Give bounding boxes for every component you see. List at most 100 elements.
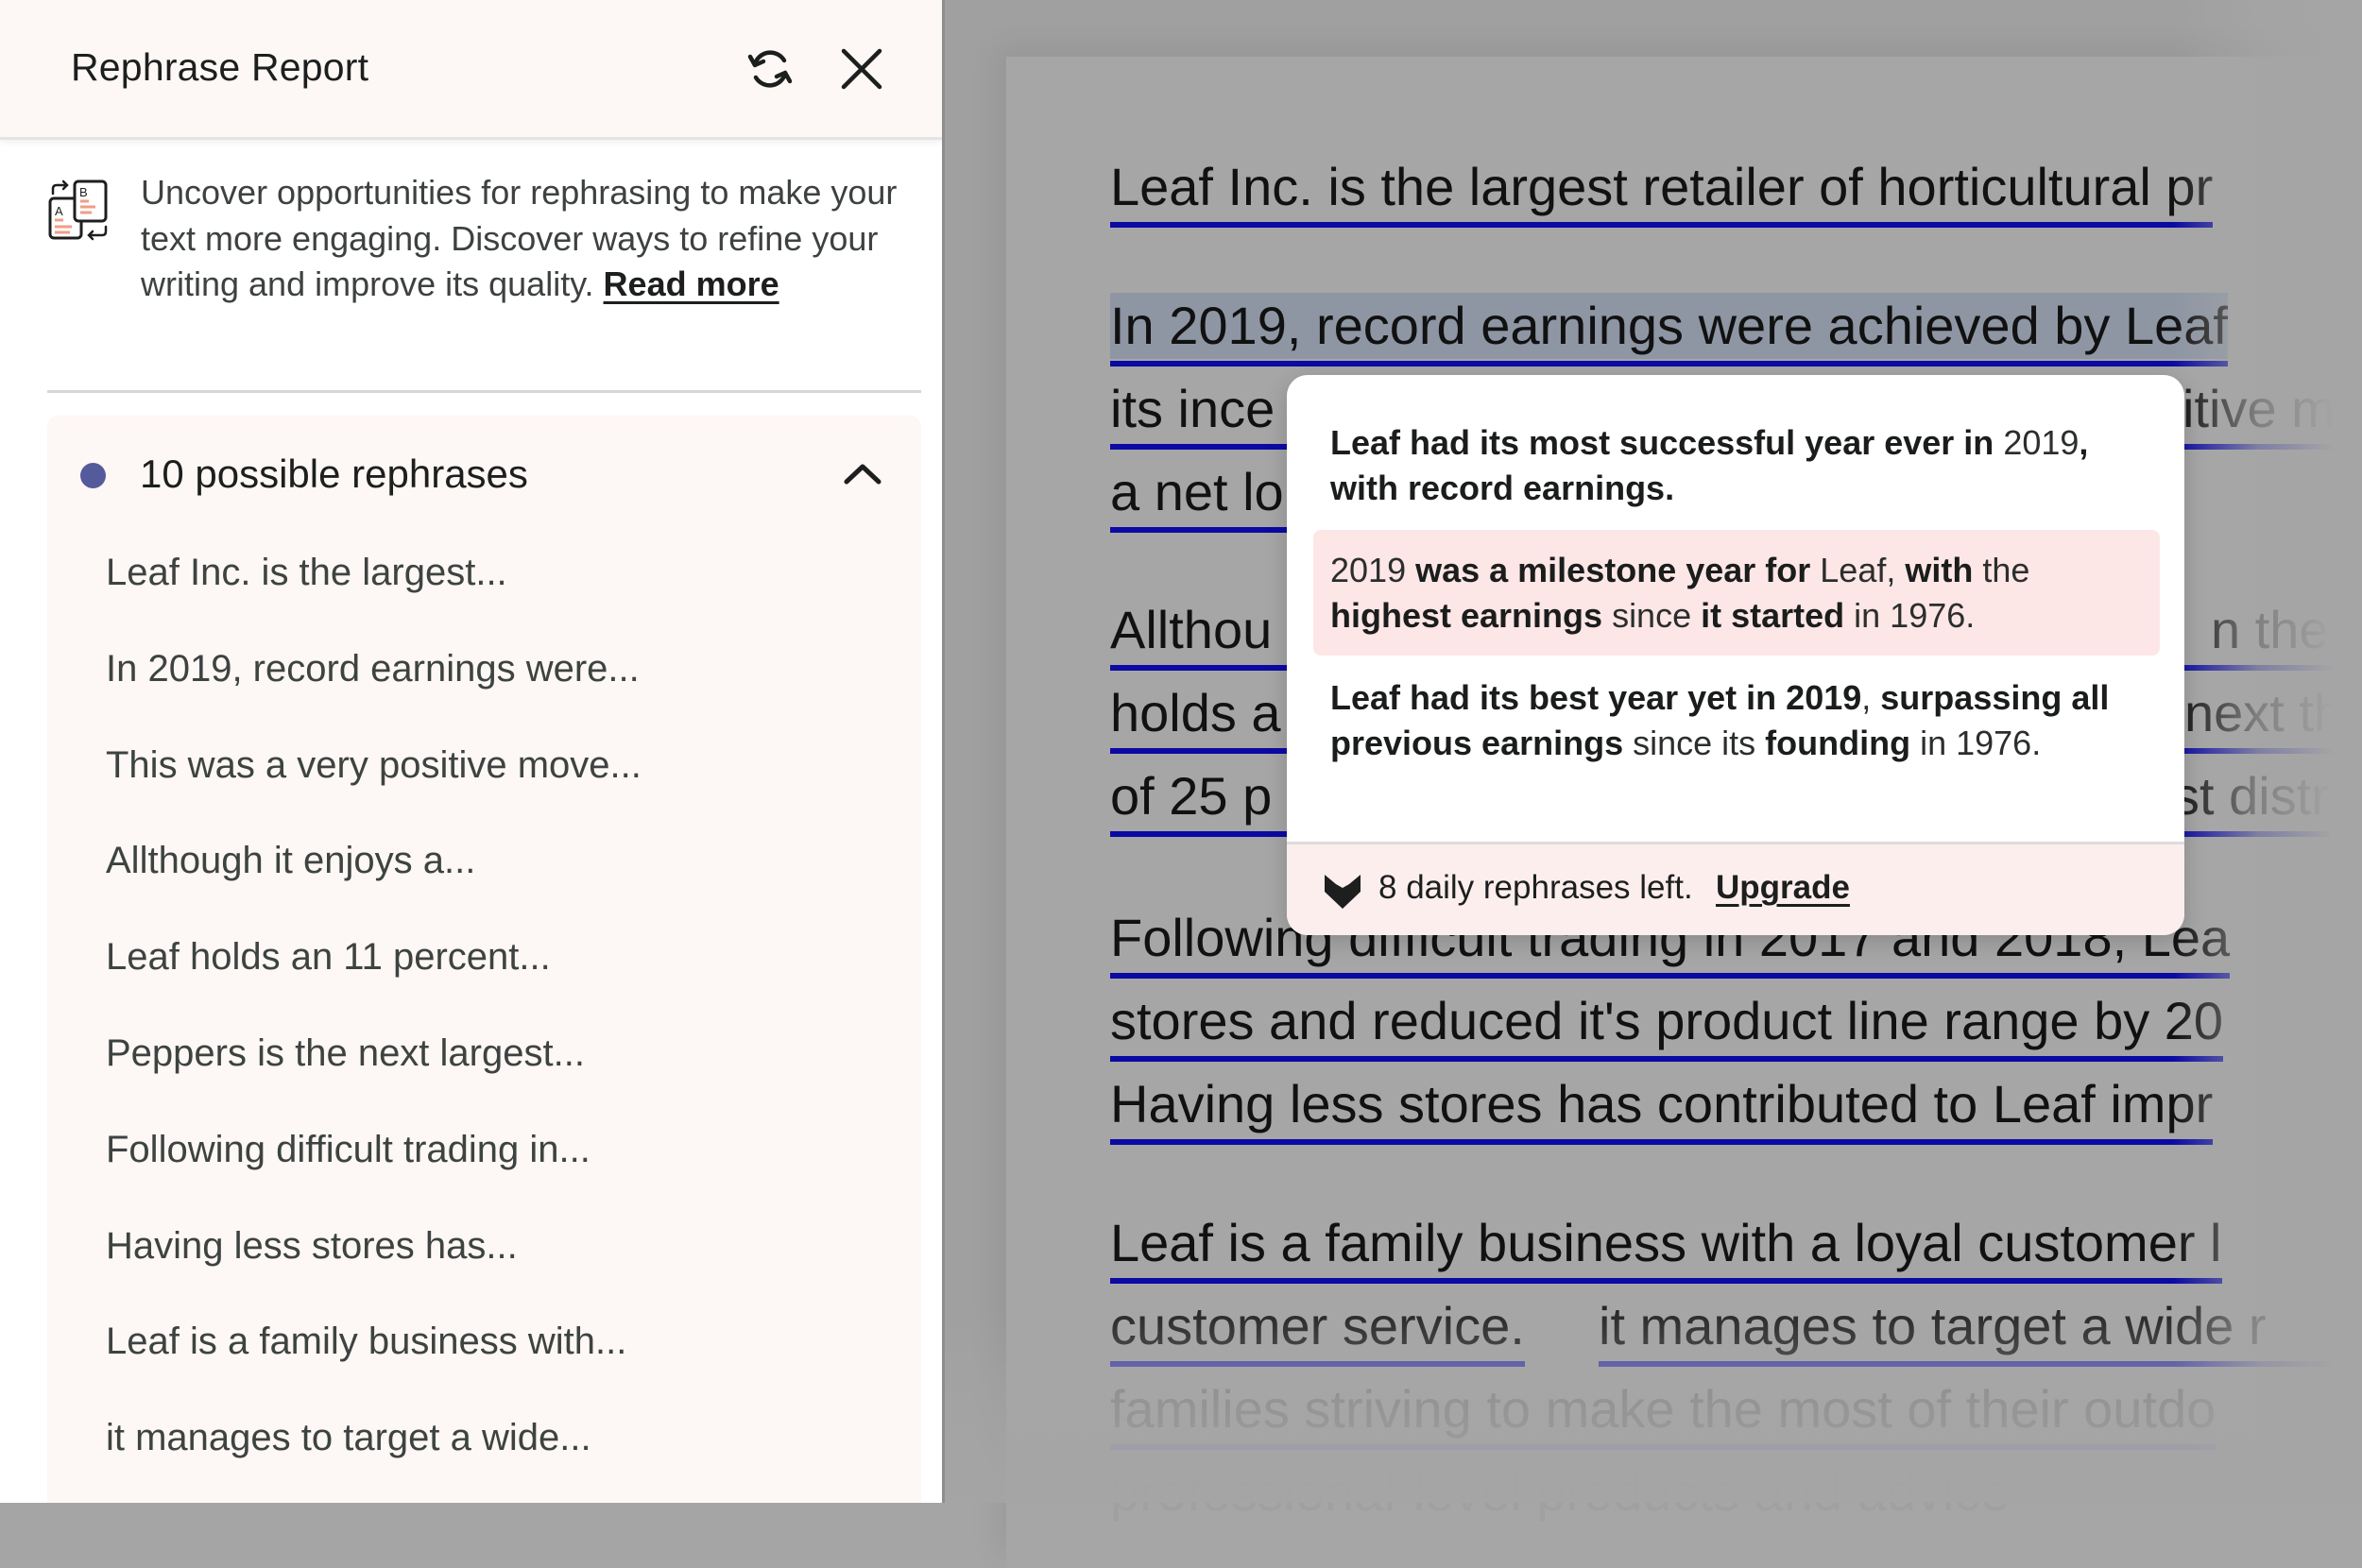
rephrase-group-card: 10 possible rephrases Leaf Inc. is the l… (47, 416, 921, 1503)
rephrase-list-item[interactable]: it manages to target a wide... (106, 1413, 642, 1503)
rephrase-list-item[interactable]: Having less stores has... (106, 1221, 642, 1318)
changed-text: Leaf had its best year yet in 2019 (1330, 678, 1862, 717)
unchanged-text: 2019 (2003, 423, 2080, 462)
svg-text:B: B (79, 185, 88, 199)
rephrase-list-item[interactable]: In 2019, record earnings were... (106, 644, 642, 741)
panel-title: Rephrase Report (71, 45, 369, 89)
document-line[interactable]: customer service. (1110, 1293, 1525, 1367)
description-body: Uncover opportunities for rephrasing to … (141, 173, 898, 303)
suggestion-option-1[interactable]: Leaf had its most successful year ever i… (1330, 420, 2133, 511)
document-line: professional-level products and advice (1110, 1459, 2011, 1525)
rephrase-underline (2175, 831, 2329, 837)
refresh-icon (747, 50, 793, 88)
unchanged-text: since its (1633, 724, 1766, 762)
unchanged-text: in 1976. (1920, 724, 2042, 762)
unchanged-text: , (1861, 678, 1881, 717)
rephrase-group-toggle[interactable]: 10 possible rephrases (47, 444, 921, 506)
changed-text: highest earnings (1330, 596, 1613, 635)
document-line[interactable]: Allthou (1110, 597, 1462, 671)
line-text: Having less stores has contributed to Le… (1110, 1074, 2214, 1133)
rephrase-list-item[interactable]: Following difficult trading in... (106, 1125, 642, 1221)
rephrase-underline (1110, 1444, 2217, 1450)
document-line[interactable]: stores and reduced it's product line ran… (1110, 988, 2224, 1062)
unchanged-text: Leaf, (1820, 551, 1906, 589)
changed-text: with (1905, 551, 1983, 589)
changed-text: founding (1765, 724, 1921, 762)
document-line[interactable]: of 25 p (1110, 763, 1462, 837)
line-text: stores and reduced it's product line ran… (1110, 991, 2224, 1050)
refresh-button[interactable] (742, 41, 798, 97)
line-text: Leaf is a family business with a loyal c… (1110, 1213, 2222, 1272)
read-more-link[interactable]: Read more (604, 264, 779, 303)
document-line[interactable]: Leaf Inc. is the largest retailer of hor… (1110, 154, 2214, 228)
document-line[interactable]: holds a (1110, 680, 1470, 754)
document-line[interactable]: a net lo (1110, 459, 1473, 533)
document-line[interactable]: Having less stores has contributed to Le… (1110, 1071, 2214, 1145)
unchanged-text: the (1982, 551, 2030, 589)
line-text: a net lo (1110, 462, 1284, 521)
rephrase-underline (1110, 1361, 1525, 1367)
line-text: Allthou (1110, 600, 1273, 659)
rephrase-suggestions-popup: Leaf had its most successful year ever i… (1287, 375, 2184, 935)
svg-text:A: A (55, 204, 63, 218)
line-text: In 2019, record earnings were achieved b… (1110, 296, 2228, 355)
rephrase-underline (1110, 1278, 2222, 1284)
unchanged-text: 2019 (1330, 551, 1416, 589)
rephrase-list-item[interactable]: Leaf Inc. is the largest... (106, 548, 642, 644)
status-dot (80, 463, 106, 488)
line-text: families striving to make the most of th… (1110, 1379, 2217, 1439)
close-button[interactable] (833, 41, 890, 97)
line-text: n the m (2211, 600, 2362, 659)
changed-text: Leaf had its most successful year ever i… (1330, 423, 2004, 462)
document-line-fragment: itive m (2175, 376, 2336, 450)
document-line[interactable]: it manages to target a wide r (1599, 1293, 2362, 1367)
rephrase-report-panel: Rephrase Report A B Uncover opportunitie… (0, 0, 945, 1503)
line-text: itive m (2182, 379, 2336, 438)
suggestion-option-2[interactable]: 2019 was a milestone year for Leaf, with… (1330, 548, 2133, 639)
rephrase-documents-icon: A B (48, 179, 108, 241)
rephrase-underline (1110, 1139, 2214, 1145)
document-line-selected[interactable]: In 2019, record earnings were achieved b… (1110, 293, 2228, 366)
rephrase-underline (1599, 1361, 2362, 1367)
line-text: its incе (1110, 379, 1275, 438)
line-text: customer service. (1110, 1296, 1525, 1355)
rephrase-underline (1110, 973, 2231, 979)
rephrase-list-item[interactable]: Allthough it enjoys a... (106, 836, 642, 932)
rephrase-list-item[interactable]: Peppers is the next largest... (106, 1029, 642, 1125)
document-line[interactable]: families striving to make the most of th… (1110, 1376, 2217, 1450)
rephrase-underline (1110, 1056, 2224, 1062)
chevron-up-icon[interactable] (839, 455, 886, 493)
line-text: holds a (1110, 683, 1281, 742)
panel-header: Rephrase Report (0, 0, 942, 140)
rephrase-list-item[interactable]: This was a very positive move... (106, 741, 642, 837)
rephrase-underline (2175, 444, 2336, 450)
description-text: Uncover opportunities for rephrasing to … (141, 170, 942, 308)
rephrase-underline (1110, 222, 2214, 228)
rephrase-list: Leaf Inc. is the largest... In 2019, rec… (106, 548, 642, 1503)
document-line-fragment: next th (2175, 680, 2344, 754)
rephrase-list-item[interactable]: Leaf holds an 11 percent... (106, 932, 642, 1029)
document-line[interactable]: its incе (1110, 376, 1464, 450)
line-text: st distr (2173, 766, 2329, 826)
rephrase-underline (1110, 361, 2228, 366)
document-line-fragment: n the m (2175, 597, 2362, 671)
changed-text: was a milestone year for (1415, 551, 1821, 589)
popup-footer: 8 daily rephrases left. Upgrade (1287, 842, 2184, 935)
daily-rephrases-left: 8 daily rephrases left. (1378, 869, 1693, 906)
close-icon (841, 48, 882, 90)
rephrase-count-label: 10 possible rephrases (140, 452, 528, 496)
rephrase-list-item[interactable]: Leaf is a family business with... (106, 1317, 642, 1413)
suggestion-option-3[interactable]: Leaf had its best year yet in 2019, surp… (1330, 675, 2133, 766)
changed-text: it started (1701, 596, 1855, 635)
rephrase-underline (2175, 748, 2344, 754)
line-text: next th (2184, 683, 2344, 742)
rephrase-underline (2175, 665, 2362, 671)
document-line[interactable]: Leaf is a family business with a loyal c… (1110, 1210, 2222, 1284)
unchanged-text: since (1612, 596, 1702, 635)
line-text: Leaf Inc. is the largest retailer of hor… (1110, 157, 2214, 216)
document-line-fragment: st distr (2173, 763, 2329, 837)
divider (47, 390, 921, 393)
line-text: it manages to target a wide r (1599, 1296, 2267, 1355)
upgrade-link[interactable]: Upgrade (1716, 869, 1850, 907)
line-text: professional-level products and advice (1110, 1462, 2011, 1522)
